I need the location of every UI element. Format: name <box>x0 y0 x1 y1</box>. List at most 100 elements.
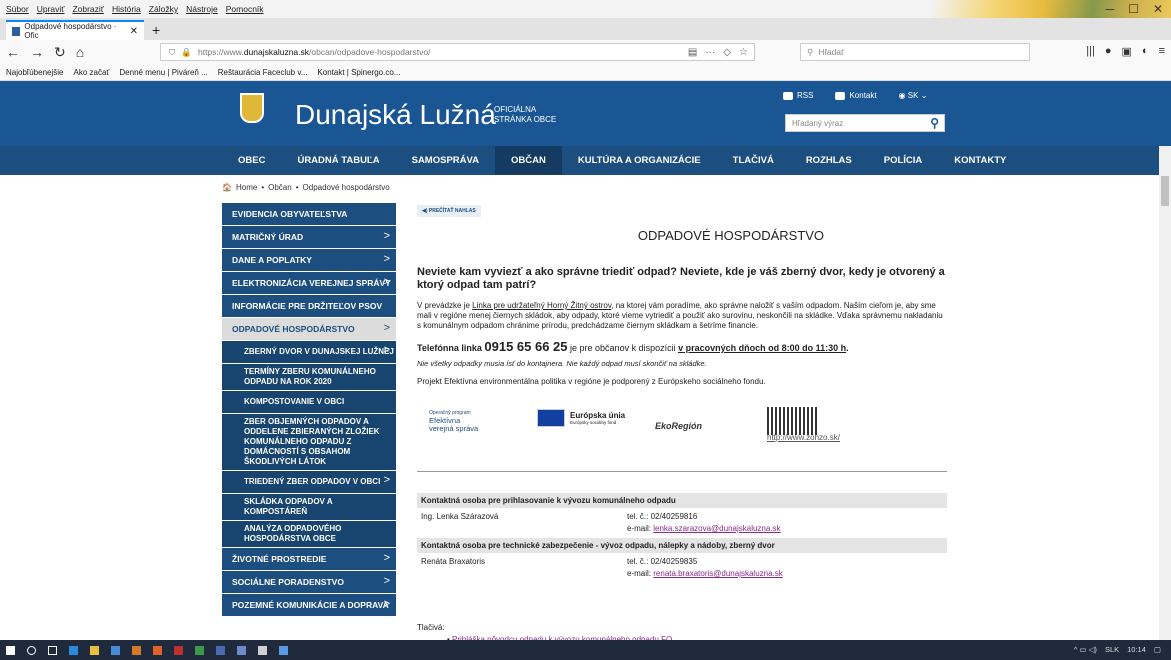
nav-samosprava[interactable]: SAMOSPRÁVA <box>396 146 495 175</box>
nav-policia[interactable]: POLÍCIA <box>868 146 939 175</box>
app-icon[interactable] <box>216 645 225 655</box>
nav-tlaciva[interactable]: TLAČIVÁ <box>717 146 790 175</box>
sidebar-subitem-terminy[interactable]: TERMÍNY ZBERU KOMUNÁLNEHO ODPADU NA ROK … <box>222 364 396 390</box>
sidebar-item-evidencia[interactable]: EVIDENCIA OBYVATEĽSTVA <box>222 203 396 225</box>
ekoregion-logo: EkoRegión <box>655 421 703 431</box>
forward-icon[interactable]: → <box>30 44 44 60</box>
nav-kontakty[interactable]: KONTAKTY <box>938 146 1022 175</box>
menu-file[interactable]: Súbor <box>6 4 29 14</box>
coat-of-arms-logo[interactable] <box>240 93 264 123</box>
browser-search-input[interactable]: ⚲ Hľadať <box>800 43 1030 61</box>
hamburger-menu-icon[interactable]: ≡ <box>1159 45 1165 58</box>
menu-help[interactable]: Pomocník <box>226 4 264 14</box>
address-bar[interactable]: ⛉ 🔒 https://www.dunajskaluzna.sk/obcan/o… <box>160 43 755 61</box>
sidebar-icon[interactable]: ▣ <box>1122 45 1132 58</box>
page-scrollbar[interactable] <box>1159 146 1171 640</box>
clock[interactable]: 10:14 <box>1127 645 1146 654</box>
rss-link[interactable]: RSS <box>783 91 813 100</box>
bookmark-item[interactable]: Ako začať <box>73 68 109 77</box>
menu-tools[interactable]: Nástroje <box>186 4 218 14</box>
app-icon[interactable] <box>237 645 246 655</box>
explorer-icon[interactable] <box>90 645 99 655</box>
sidebar-item-elektronizacia[interactable]: ELEKTRONIZÁCIA VEREJNEJ SPRÁVY > <box>222 272 396 294</box>
notifications-icon[interactable]: ▢ <box>1154 645 1161 654</box>
sidebar-subitem-triedeny-zber[interactable]: TRIEDENÝ ZBER ODPADOV V OBCI > <box>222 471 396 493</box>
home-icon[interactable]: ⌂ <box>76 44 84 60</box>
crumb-home[interactable]: Home <box>236 183 257 192</box>
linka-link[interactable]: Linka pre udržateľný Horný Žitný ostrov <box>472 301 611 310</box>
reload-icon[interactable]: ↻ <box>54 44 66 61</box>
search-placeholder: Hľadať <box>818 47 845 57</box>
bookmark-item[interactable]: Kontakt | Spinergo.co... <box>317 68 400 77</box>
language-select[interactable]: ◉ SK ⌄ <box>899 91 928 100</box>
nav-kultura[interactable]: KULTÚRA A ORGANIZÁCIE <box>562 146 717 175</box>
more-icon[interactable]: ··· <box>705 47 715 58</box>
sidebar-subitem-zber-objemnych[interactable]: ZBER OBJEMNÝCH ODPADOV A ODDELENE ZBIERA… <box>222 414 396 470</box>
nav-obcan[interactable]: OBČAN <box>495 146 562 175</box>
email-link[interactable]: lenka.szarazova@dunajskaluzna.sk <box>653 524 780 533</box>
sidebar-item-dane[interactable]: DANE A POPLATKY > <box>222 249 396 271</box>
search-icon[interactable] <box>27 645 36 655</box>
search-button-icon[interactable]: ⚲ <box>930 116 939 130</box>
app-icon[interactable] <box>279 645 288 655</box>
bookmark-item[interactable]: Reštaurácia Faceclub v... <box>218 68 308 77</box>
windows-start-icon[interactable] <box>6 645 15 655</box>
sidebar-item-odpadove-hospodarstvo[interactable]: ODPADOVÉ HOSPODÁRSTVO > <box>222 318 396 340</box>
close-tab-icon[interactable]: ✕ <box>130 26 138 37</box>
menu-bookmarks[interactable]: Záložky <box>149 4 178 14</box>
sidebar-subitem-skladka[interactable]: SKLÁDKA ODPADOV A KOMPOSTÁREŇ <box>222 494 396 520</box>
edge-icon[interactable] <box>69 645 78 655</box>
close-icon[interactable]: ✕ <box>1153 2 1163 16</box>
reader-icon[interactable]: ▤ <box>688 47 697 58</box>
url-text: https://www.dunajskaluzna.sk/obcan/odpad… <box>197 47 431 57</box>
bookmark-star-icon[interactable]: ☆ <box>739 47 748 58</box>
contact-icon <box>835 91 846 100</box>
maximize-icon[interactable]: ☐ <box>1128 2 1139 16</box>
menu-view[interactable]: Zobraziť <box>72 4 104 14</box>
task-view-icon[interactable] <box>48 645 57 655</box>
zohzo-link[interactable]: http://www.zohzo.sk/ <box>767 433 840 442</box>
windows-taskbar: ^ ▭ ◁) SLK 10:14 ▢ <box>0 640 1171 660</box>
chevron-right-icon: > <box>383 598 390 610</box>
addon-icon[interactable]: ● <box>1105 45 1112 58</box>
scrollbar-thumb[interactable] <box>1161 176 1169 206</box>
sidebar-item-matricny-urad[interactable]: MATRIČNÝ ÚRAD > <box>222 226 396 248</box>
menu-edit[interactable]: Upraviť <box>37 4 65 14</box>
sidebar-item-socialne-poradenstvo[interactable]: SOCIÁLNE PORADENSTVO > <box>222 571 396 593</box>
app-icon[interactable] <box>174 645 183 655</box>
sidebar-subitem-zberny-dvor[interactable]: ZBERNÝ DVOR V DUNAJSKEJ LUŽNEJ > <box>222 341 396 363</box>
new-tab-icon[interactable]: + <box>144 22 168 40</box>
nav-uradna-tabula[interactable]: ÚRADNÁ TABUĽA <box>281 146 395 175</box>
firefox-icon[interactable] <box>153 645 162 655</box>
extension-icon[interactable]: ◐ <box>1142 45 1149 58</box>
pocket-icon[interactable]: ◇ <box>723 47 731 58</box>
menu-history[interactable]: História <box>112 4 141 14</box>
tray-icons[interactable]: ^ ▭ ◁) <box>1074 645 1097 654</box>
nav-obec[interactable]: OBEC <box>222 146 281 175</box>
read-aloud-button[interactable]: ◀) PREČÍTAŤ NAHLAS <box>417 205 481 217</box>
crumb-obcan[interactable]: Občan <box>268 183 292 192</box>
app-icon[interactable] <box>132 645 141 655</box>
library-icon[interactable]: ||| <box>1086 45 1095 58</box>
bookmark-item[interactable]: Denné menu | Piváreň ... <box>119 68 207 77</box>
sidebar-subitem-analyza[interactable]: ANALÝZA ODPADOVÉHO HOSPODÁRSTVA OBCE <box>222 521 396 547</box>
back-icon[interactable]: ← <box>6 44 20 60</box>
keyboard-language[interactable]: SLK <box>1105 645 1119 654</box>
sidebar-item-pozemne-komunikacie[interactable]: POZEMNÉ KOMUNIKÁCIE A DOPRAVA > <box>222 594 396 616</box>
kontakt-link[interactable]: Kontakt <box>835 91 877 100</box>
email-link[interactable]: renata.braxatoris@dunajskaluzna.sk <box>653 569 783 578</box>
site-name[interactable]: Dunajská Lužná <box>295 99 496 131</box>
tab-bar: Odpadové hospodárstvo · Ofic ✕ + <box>0 18 1171 40</box>
sidebar-item-zivotne-prostredie[interactable]: ŽIVOTNÉ PROSTREDIE > <box>222 548 396 570</box>
bookmark-item[interactable]: Najobľúbenejšie <box>6 68 63 77</box>
store-icon[interactable] <box>111 645 120 655</box>
sidebar-item-psi[interactable]: INFORMÁCIE PRE DRŽITEĽOV PSOV <box>222 295 396 317</box>
sidebar-subitem-kompostovanie[interactable]: KOMPOSTOVANIE V OBCI <box>222 391 396 413</box>
app-icon[interactable] <box>258 645 267 655</box>
contact-header: Kontaktná osoba pre technické zabezpečen… <box>417 538 947 553</box>
minimize-icon[interactable]: ─ <box>1106 2 1115 16</box>
app-icon[interactable] <box>195 645 204 655</box>
nav-rozhlas[interactable]: ROZHLAS <box>790 146 868 175</box>
browser-tab[interactable]: Odpadové hospodárstvo · Ofic ✕ <box>6 20 144 40</box>
site-search-input[interactable]: Hľadaný výraz ⚲ <box>785 114 945 132</box>
